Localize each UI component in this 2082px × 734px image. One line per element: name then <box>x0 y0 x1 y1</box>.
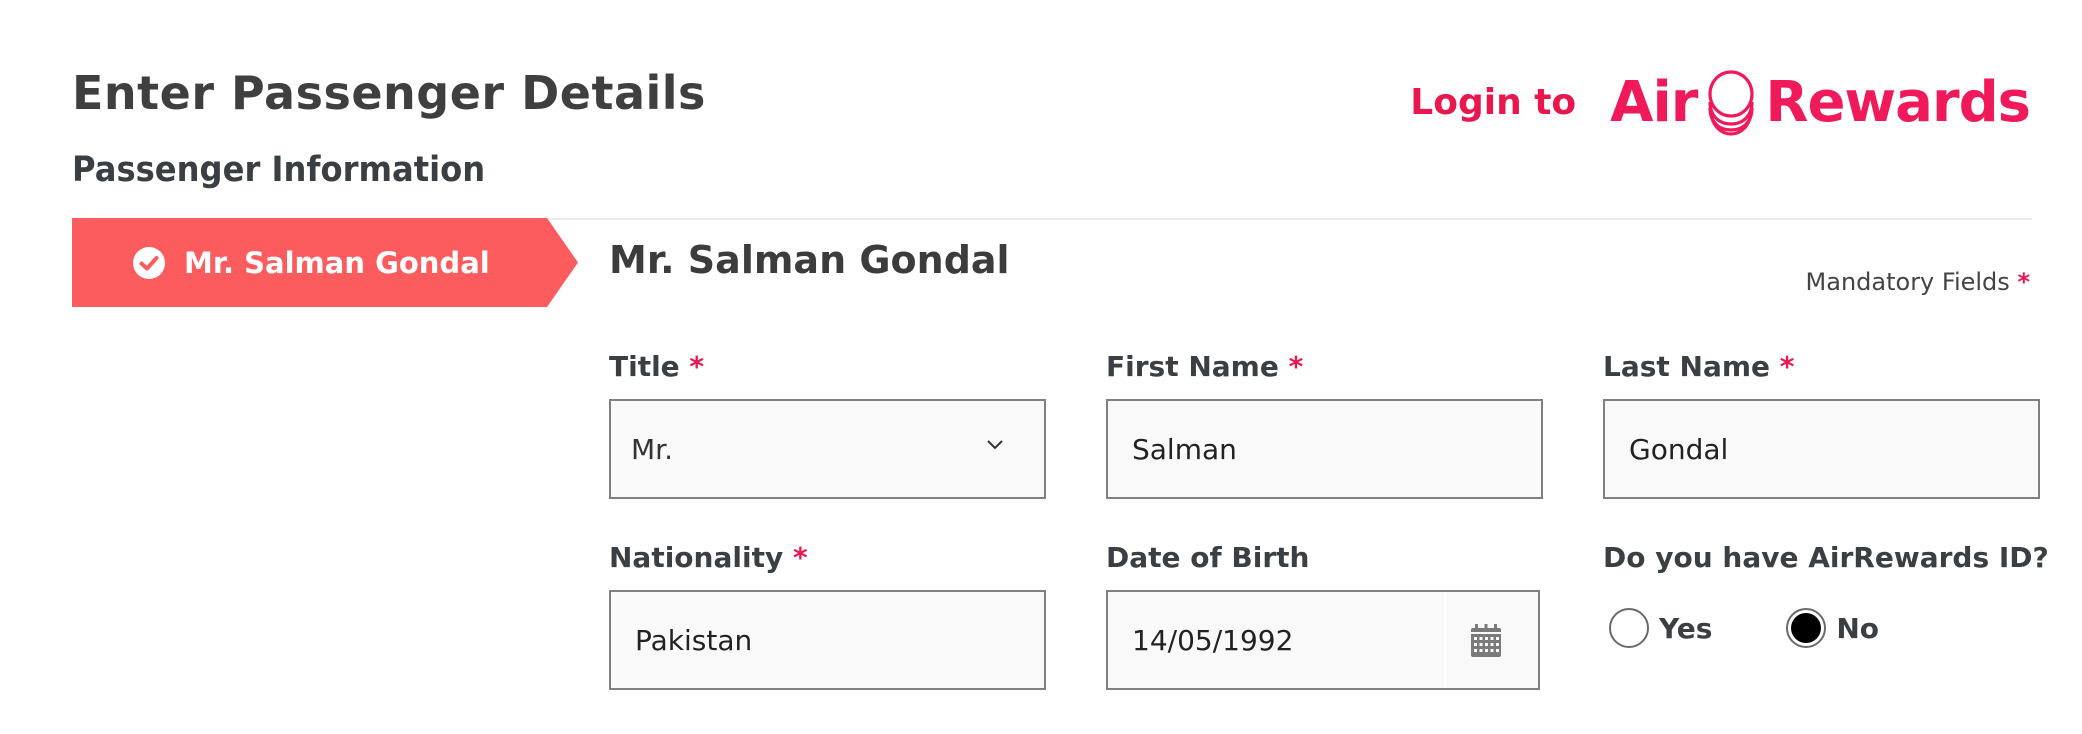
dob-label: Date of Birth <box>1106 541 1310 574</box>
dob-value: 14/05/1992 <box>1132 623 1294 657</box>
first-name-value: Salman <box>1132 432 1237 466</box>
title-label: Title * <box>609 350 704 383</box>
chevron-down-icon <box>987 440 1003 450</box>
airrewards-logo[interactable]: Air Rewards <box>1610 68 2031 136</box>
title-select-value: Mr. <box>631 432 673 466</box>
airrewards-question-label: Do you have AirRewards ID? <box>1603 541 2049 574</box>
required-asterisk: * <box>2017 268 2030 296</box>
first-name-label: First Name * <box>1106 350 1303 383</box>
required-asterisk: * <box>792 541 808 574</box>
dob-separator <box>1444 592 1446 688</box>
radio-no-circle[interactable] <box>1786 608 1827 648</box>
first-name-input[interactable]: Salman <box>1106 399 1543 499</box>
passenger-tab-active[interactable]: Mr. Salman Gondal <box>72 218 578 307</box>
radio-no-label: No <box>1836 611 1880 645</box>
radio-yes[interactable]: Yes <box>1609 608 1712 648</box>
logo-word-rewards: Rewards <box>1765 69 2031 135</box>
login-label[interactable]: Login to <box>1410 82 1576 123</box>
check-circle-icon <box>133 246 165 279</box>
required-asterisk: * <box>689 350 705 383</box>
last-name-value: Gondal <box>1629 432 1729 466</box>
airrewards-radio-group: Yes No <box>1609 608 1953 648</box>
radio-selected-dot <box>1791 613 1822 643</box>
dob-input[interactable]: 14/05/1992 <box>1106 590 1540 690</box>
radio-yes-circle[interactable] <box>1609 608 1649 648</box>
dob-label-text: Date of Birth <box>1106 541 1310 574</box>
mandatory-fields-note: Mandatory Fields * <box>1806 268 2030 296</box>
coin-stack-icon <box>1708 70 1754 136</box>
required-asterisk: * <box>1288 350 1304 383</box>
title-select[interactable]: Mr. <box>609 399 1046 499</box>
last-name-label-text: Last Name <box>1603 350 1771 383</box>
nationality-label-text: Nationality <box>609 541 784 574</box>
passenger-heading: Mr. Salman Gondal <box>609 238 1010 282</box>
last-name-label: Last Name * <box>1603 350 1794 383</box>
nationality-value: Pakistan <box>635 623 753 657</box>
title-label-text: Title <box>609 350 680 383</box>
nationality-label: Nationality * <box>609 541 808 574</box>
login-airrewards-link[interactable]: Login to Air Rewards <box>1410 62 2031 142</box>
passenger-tab-label: Mr. Salman Gondal <box>184 245 490 280</box>
page-title: Enter Passenger Details <box>72 66 706 120</box>
mandatory-fields-text: Mandatory Fields <box>1805 268 2010 296</box>
radio-yes-label: Yes <box>1659 611 1713 645</box>
radio-no[interactable]: No <box>1786 608 1879 648</box>
nationality-input[interactable]: Pakistan <box>609 590 1046 690</box>
section-title: Passenger Information <box>72 150 486 190</box>
last-name-input[interactable]: Gondal <box>1603 399 2040 499</box>
logo-word-air: Air <box>1610 69 1698 135</box>
calendar-icon[interactable] <box>1470 624 1502 658</box>
required-asterisk: * <box>1779 350 1795 383</box>
first-name-label-text: First Name <box>1106 350 1279 383</box>
